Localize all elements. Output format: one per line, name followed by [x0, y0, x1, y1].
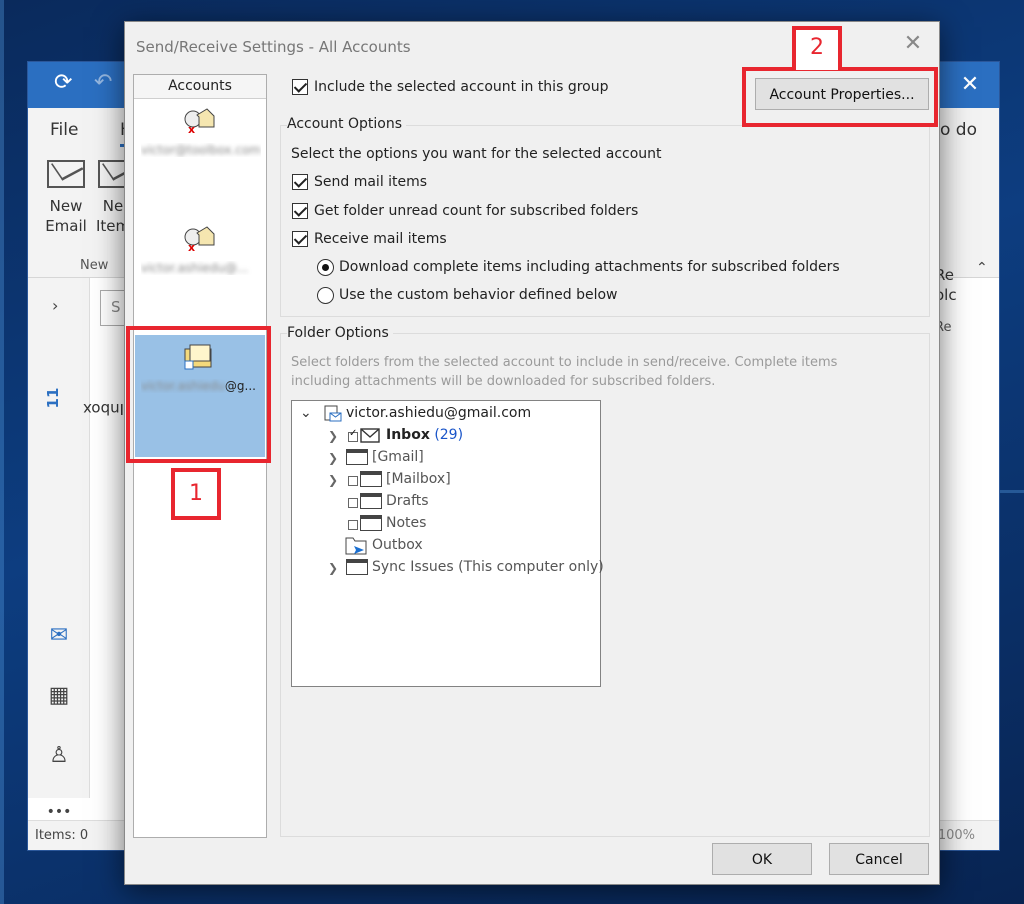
expand-chevron-icon[interactable]: ❯: [328, 473, 338, 487]
receive-mail-label: Receive mail items: [314, 231, 447, 247]
dialog-close-icon[interactable]: ✕: [901, 32, 925, 56]
folder-icon: [360, 515, 382, 531]
tree-inbox[interactable]: Inbox (29): [386, 425, 463, 445]
send-mail-label: Send mail items: [314, 174, 428, 190]
expand-chevron-icon[interactable]: ❯: [328, 451, 338, 465]
collapse-ribbon-icon[interactable]: ⌃: [976, 260, 988, 276]
accounts-header: Accounts: [134, 75, 266, 99]
download-complete-label: Download complete items including attach…: [339, 259, 840, 275]
inbox-envelope-icon: [360, 428, 380, 443]
outlook-nav-pane: › Inbox 11 ✉ ▦ ♙ •••: [28, 278, 124, 820]
mailbox-checkbox[interactable]: [348, 476, 358, 486]
checkbox[interactable]: [292, 203, 308, 219]
tree-gmail[interactable]: [Gmail]: [372, 447, 424, 467]
outbox-icon: [345, 537, 367, 555]
zoom-level: 100%: [937, 828, 975, 843]
account-item[interactable]: x victor@toolbox.com: [135, 101, 265, 221]
calendar-icon[interactable]: ▦: [45, 682, 73, 710]
folder-options-title: Folder Options: [287, 325, 393, 341]
tree-root-account[interactable]: victor.ashiedu@gmail.com: [346, 403, 531, 423]
annotation-box-account-properties: [742, 67, 938, 127]
custom-behavior-label: Use the custom behavior defined below: [339, 287, 618, 303]
tree-notes[interactable]: Notes: [386, 513, 426, 533]
sync-icon[interactable]: ⟳: [54, 70, 72, 95]
tree-drafts[interactable]: Drafts: [386, 491, 429, 511]
radio[interactable]: [317, 259, 334, 276]
inbox-count: 11: [44, 387, 62, 409]
include-account-label: Include the selected account in this gro…: [314, 79, 609, 95]
drafts-checkbox[interactable]: [348, 498, 358, 508]
folder-icon: [346, 559, 368, 575]
collapse-chevron-icon[interactable]: ⌄: [300, 405, 312, 421]
checkbox[interactable]: [292, 231, 308, 247]
tree-sync-issues[interactable]: Sync Issues (This computer only): [372, 557, 604, 577]
folder-icon: [360, 493, 382, 509]
folder-tree[interactable]: ⌄ victor.ashiedu@gmail.com ❯ Inbox (29) …: [291, 400, 604, 687]
cancel-button[interactable]: Cancel: [829, 843, 929, 875]
account-options-title: Account Options: [287, 116, 406, 132]
svg-text:x: x: [188, 123, 195, 135]
tab-todo-partial[interactable]: o do: [940, 120, 977, 140]
tree-mailbox[interactable]: [Mailbox]: [386, 469, 451, 489]
tab-file[interactable]: File: [50, 120, 78, 140]
desktop-accent: [0, 0, 4, 904]
undo-icon[interactable]: ↶: [94, 70, 112, 95]
annotation-box-selected-account: [126, 326, 271, 463]
account-options-subtitle: Select the options you want for the sele…: [291, 146, 662, 162]
mail-account-error-icon: x: [184, 108, 215, 135]
folder-icon: [360, 471, 382, 487]
annotation-number-two: 2: [792, 26, 842, 70]
inbox-checkbox[interactable]: [348, 428, 358, 442]
radio[interactable]: [317, 287, 334, 304]
folder-options-description: Select folders from the selected account…: [291, 355, 838, 389]
tree-outbox[interactable]: Outbox: [372, 535, 423, 555]
mailbox-root-icon: [324, 405, 342, 422]
notes-checkbox[interactable]: [348, 520, 358, 530]
folder-icon: [346, 449, 368, 465]
expand-chevron-icon[interactable]: ❯: [328, 429, 338, 443]
ribbon-group-new: New: [80, 258, 109, 273]
account-name: victor.ashiedu@...: [141, 261, 249, 275]
desktop-accent: [1000, 490, 1024, 493]
outlook-close-icon[interactable]: ✕: [941, 62, 999, 108]
inbox-label: Inbox: [82, 400, 124, 418]
svg-text:x: x: [188, 241, 195, 253]
status-items: Items: 0: [35, 828, 89, 843]
checkbox[interactable]: [292, 174, 308, 190]
new-email-label: New Email: [45, 197, 87, 235]
dialog-title: Send/Receive Settings - All Accounts: [136, 38, 411, 56]
account-item[interactable]: x victor.ashiedu@...: [135, 221, 265, 341]
ok-button[interactable]: OK: [712, 843, 812, 875]
people-icon[interactable]: ♙: [45, 742, 73, 770]
unread-count-label: Get folder unread count for subscribed f…: [314, 203, 639, 219]
new-email-button[interactable]: New Email: [42, 160, 90, 236]
inbox-vertical-label[interactable]: Inbox 11: [44, 338, 124, 428]
checkbox[interactable]: [292, 79, 308, 95]
expand-chevron-icon[interactable]: ❯: [328, 561, 338, 575]
mail-icon[interactable]: ✉: [45, 622, 73, 650]
account-name: victor@toolbox.com: [141, 143, 261, 157]
mail-account-error-icon: x: [184, 226, 215, 253]
annotation-number-one: 1: [171, 468, 221, 520]
envelope-icon: [47, 160, 85, 188]
expand-folder-pane-icon[interactable]: ›: [52, 296, 58, 315]
